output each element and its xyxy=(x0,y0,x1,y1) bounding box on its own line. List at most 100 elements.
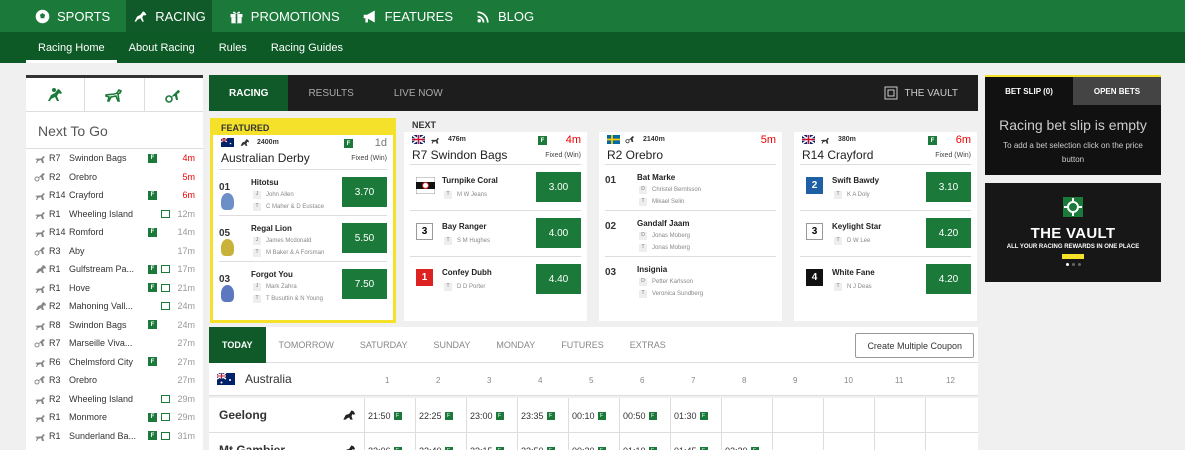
tab-futures[interactable]: FUTURES xyxy=(548,327,617,363)
meeting-row[interactable]: Geelong 21:50 F 22:25 F 23:00 F 23:35 F 00:10 F 00:… xyxy=(209,398,978,433)
next-to-go-row[interactable]: R3 Orebro 27m xyxy=(26,371,203,390)
promo-button[interactable] xyxy=(1062,254,1084,259)
race-slot[interactable] xyxy=(823,433,874,450)
race-card[interactable]: 2140m 5m R2 Orebro 01 Bat Marke D Christel Ber… xyxy=(599,118,782,321)
price-button[interactable]: 4.20 xyxy=(926,218,971,248)
nav-features[interactable]: FEATURES xyxy=(362,0,453,32)
race-slot[interactable] xyxy=(823,398,874,433)
next-to-go-row[interactable]: R8 Swindon Bags F 24m xyxy=(26,316,203,335)
next-to-go-row[interactable]: R14 Crayford F 6m xyxy=(26,186,203,205)
tab-tomorrow[interactable]: TOMORROW xyxy=(266,327,347,363)
race-slot[interactable]: 01:45F xyxy=(670,433,721,450)
race-slot[interactable]: 00:50 F xyxy=(619,398,670,433)
filter-greyhound[interactable] xyxy=(85,78,145,111)
nav-blog[interactable]: BLOG xyxy=(475,0,534,32)
race-slot[interactable]: 01:10F xyxy=(619,433,670,450)
subnav-rules[interactable]: Rules xyxy=(207,32,259,63)
race-slot[interactable] xyxy=(925,433,976,450)
race-slot[interactable]: 21:50 F xyxy=(364,398,415,433)
price-button[interactable]: 3.00 xyxy=(536,172,581,202)
filter-harness[interactable] xyxy=(145,78,203,111)
runner-name: Insignia xyxy=(637,265,668,274)
create-multiple-coupon-button[interactable]: Create Multiple Coupon xyxy=(855,333,974,358)
vault-promo-banner[interactable]: THE VAULT ALL YOUR RACING REWARDS IN ONE… xyxy=(985,183,1161,282)
fixed-odds-badge: F xyxy=(546,411,555,420)
race-card[interactable]: NEXT 476m F 4m R7 Swindon Bags Fixed (Win) Tur… xyxy=(404,118,587,321)
price-button[interactable]: 4.20 xyxy=(926,264,971,294)
next-to-go-row[interactable]: R3 Aby 17m xyxy=(26,242,203,261)
venue-name: Hove xyxy=(69,282,91,293)
tab-the-vault[interactable]: THE VAULT xyxy=(884,75,958,111)
next-to-go-row[interactable]: R7 Swindon Bags F 4m xyxy=(26,149,203,168)
next-to-go-row[interactable]: R1 Gulfstream Pa... F 17m xyxy=(26,260,203,279)
tab-extras[interactable]: EXTRAS xyxy=(617,327,679,363)
race-slot[interactable]: 22:06F xyxy=(364,433,415,450)
next-to-go-row[interactable]: R7 Marseille Viva... 27m xyxy=(26,334,203,353)
nav-sports[interactable]: SPORTS xyxy=(34,0,110,32)
tab-open-bets[interactable]: OPEN BETS xyxy=(1073,77,1161,105)
race-slot[interactable]: 02:20F xyxy=(721,433,772,450)
next-to-go-row[interactable]: R2 Wheeling Island 29m xyxy=(26,390,203,409)
tab-live-now[interactable]: LIVE NOW xyxy=(374,75,463,111)
next-to-go-row[interactable]: R6 Chelmsford City F 27m xyxy=(26,353,203,372)
race-number-column: 7 xyxy=(691,376,696,385)
race-slot[interactable] xyxy=(874,433,925,450)
uk-flag-icon xyxy=(412,134,425,144)
tab-today[interactable]: TODAY xyxy=(209,326,266,363)
subnav-racing-home[interactable]: Racing Home xyxy=(26,32,117,63)
tab-monday[interactable]: MONDAY xyxy=(483,327,548,363)
nav-racing[interactable]: RACING xyxy=(126,0,212,32)
country-name: Australia xyxy=(245,372,292,386)
race-slot[interactable] xyxy=(874,398,925,433)
race-slot[interactable] xyxy=(721,398,772,433)
race-card-label xyxy=(599,118,782,132)
runner-row: Turnpike Coral T M W Jeans 3.00 xyxy=(410,164,581,210)
next-to-go-row[interactable]: R1 Monmore F 29m xyxy=(26,408,203,427)
nav-promotions[interactable]: PROMOTIONS xyxy=(228,0,340,32)
filter-horse-racing[interactable] xyxy=(26,78,86,111)
carousel-dots[interactable] xyxy=(1065,263,1081,266)
subnav-racing-guides[interactable]: Racing Guides xyxy=(259,32,355,63)
tab-bet-slip[interactable]: BET SLIP (0) xyxy=(985,77,1073,105)
trainer-name: K A Doly xyxy=(847,192,870,198)
promo-subtitle: ALL YOUR RACING REWARDS IN ONE PLACE xyxy=(1006,244,1140,250)
tab-racing[interactable]: RACING xyxy=(209,75,289,111)
jockey-silk-icon xyxy=(221,285,234,302)
race-slot[interactable]: 23:00 F xyxy=(466,398,517,433)
race-slot[interactable]: 23:50F xyxy=(517,433,568,450)
meeting-row[interactable]: Mt Gambier22:06F22:40F23:15F23:50F00:30F… xyxy=(209,433,978,450)
race-start-time: 01:45 xyxy=(674,446,697,450)
race-slot[interactable]: 22:25 F xyxy=(415,398,466,433)
race-card[interactable]: FEATURED 2400m F 1d Australian Derby Fixed (W… xyxy=(210,118,396,323)
race-card-label xyxy=(794,118,977,132)
tab-saturday[interactable]: SATURDAY xyxy=(347,327,421,363)
next-to-go-row[interactable]: R1 Wheeling Island 12m xyxy=(26,205,203,224)
subnav-about-racing[interactable]: About Racing xyxy=(117,32,207,63)
tab-results[interactable]: RESULTS xyxy=(288,75,373,111)
price-button[interactable]: 7.50 xyxy=(342,269,387,299)
next-to-go-row[interactable]: R2 Orebro 5m xyxy=(26,168,203,187)
race-slot[interactable] xyxy=(772,433,823,450)
price-button[interactable]: 4.40 xyxy=(536,264,581,294)
tab-sunday[interactable]: SUNDAY xyxy=(421,327,484,363)
price-button[interactable]: 3.70 xyxy=(342,177,387,207)
next-to-go-row[interactable]: R14 Romford F 14m xyxy=(26,223,203,242)
race-slot[interactable] xyxy=(772,398,823,433)
race-slot[interactable]: 22:40F xyxy=(415,433,466,450)
race-slot[interactable]: 23:15F xyxy=(466,433,517,450)
next-to-go-row[interactable]: R1 Hove F 21m xyxy=(26,279,203,298)
price-button[interactable]: 4.00 xyxy=(536,218,581,248)
nav-features-label: FEATURES xyxy=(384,8,454,24)
race-slot[interactable] xyxy=(925,398,976,433)
fixed-odds-badge: F xyxy=(928,136,937,145)
race-slot[interactable]: 23:35 F xyxy=(517,398,568,433)
price-button[interactable]: 5.50 xyxy=(342,223,387,253)
price-button[interactable]: 3.10 xyxy=(926,172,971,202)
race-card[interactable]: 380m F 6m R14 Crayford Fixed (Win) 2 Swift Baw… xyxy=(794,118,977,321)
harness-icon xyxy=(625,135,635,143)
next-to-go-row[interactable]: R2 Mahoning Vall... 24m xyxy=(26,297,203,316)
race-slot[interactable]: 00:30F xyxy=(568,433,619,450)
next-to-go-row[interactable]: R1 Sunderland Ba... F 31m xyxy=(26,427,203,446)
race-slot[interactable]: 01:30 F xyxy=(670,398,721,433)
race-slot[interactable]: 00:10 F xyxy=(568,398,619,433)
